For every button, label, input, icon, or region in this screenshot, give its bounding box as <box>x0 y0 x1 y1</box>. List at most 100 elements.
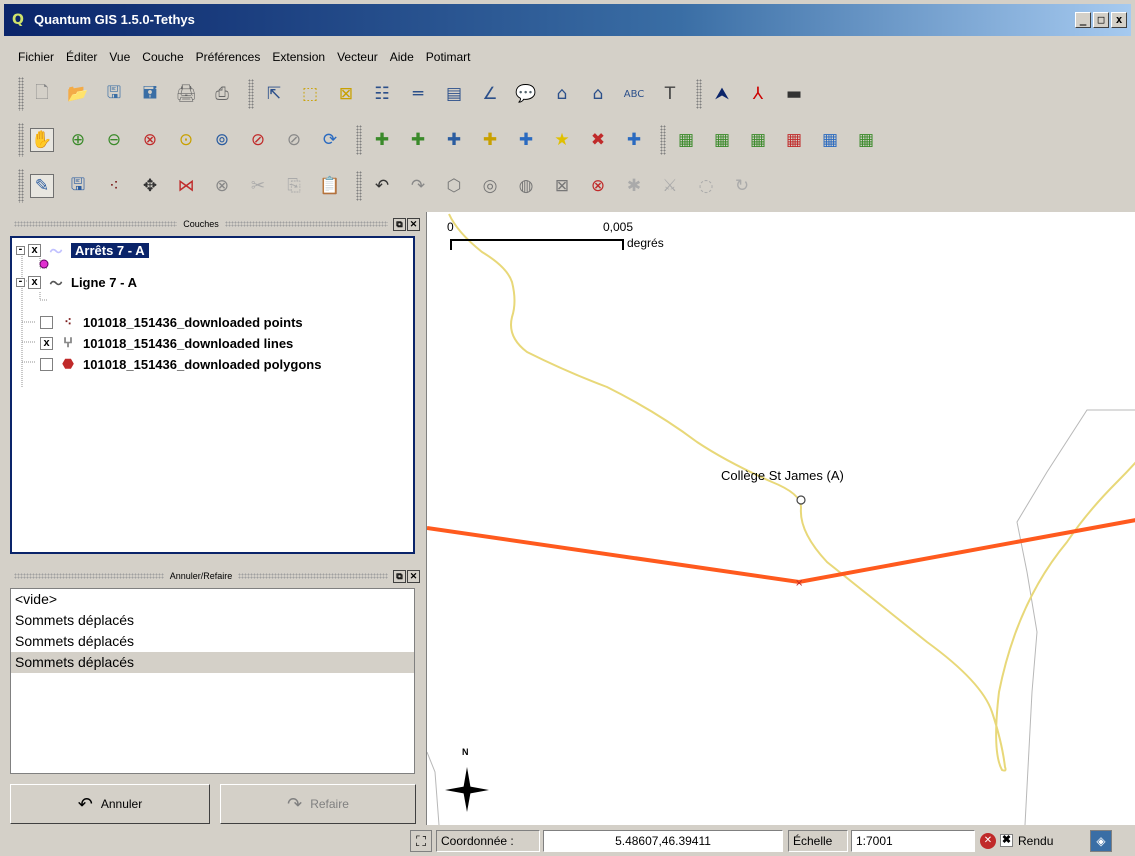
layer-downloaded-polygons[interactable]: ⬣ 101018_151436_downloaded polygons <box>40 354 321 374</box>
node-tool-icon[interactable]: ⋈ <box>174 174 198 198</box>
add-wms-icon[interactable]: ✚ <box>514 128 538 152</box>
layer-visibility-checkbox[interactable]: x <box>40 336 53 350</box>
move-feature-icon[interactable]: ✥ <box>138 174 162 198</box>
menu-preferences[interactable]: Préférences <box>196 50 261 64</box>
menu-editer[interactable]: Éditer <box>66 50 97 64</box>
undo-item[interactable]: Sommets déplacés <box>11 610 414 631</box>
delete-ring-icon[interactable]: ⊠ <box>550 174 574 198</box>
undo-dock-header[interactable]: Annuler/Refaire ⧉ ✕ <box>10 568 421 584</box>
home-icon[interactable]: ⌂ <box>550 82 574 106</box>
undo-history-list[interactable]: <vide> Sommets déplacés Sommets déplacés… <box>10 588 415 774</box>
menu-extension[interactable]: Extension <box>272 50 325 64</box>
simplify-icon[interactable]: ⬡ <box>442 174 466 198</box>
open-project-icon[interactable]: 📂 <box>66 82 90 106</box>
toolbar-grip[interactable] <box>18 169 24 203</box>
minimize-button[interactable]: _ <box>1075 12 1091 28</box>
reshape-icon[interactable]: ✱ <box>622 174 646 198</box>
zoom-layer-icon[interactable]: ⊚ <box>210 128 234 152</box>
toolbar-grip[interactable] <box>18 77 24 111</box>
add-raster-icon[interactable]: ✚ <box>406 128 430 152</box>
add-postgis-icon[interactable]: ✚ <box>442 128 466 152</box>
pan-icon[interactable]: ✋ <box>30 128 54 152</box>
text-annotation-icon[interactable]: T <box>658 82 682 106</box>
zoom-out-icon[interactable]: ⊖ <box>102 128 126 152</box>
menu-potimart[interactable]: Potimart <box>426 50 471 64</box>
save-project-icon[interactable]: 🖫 <box>102 82 126 106</box>
redo-edit-icon[interactable]: ↷ <box>406 174 430 198</box>
paste-features-icon[interactable]: 📋 <box>318 174 342 198</box>
copy-features-icon[interactable]: ⎘ <box>282 174 306 198</box>
close-button[interactable]: x <box>1111 12 1127 28</box>
scalebar-icon[interactable]: ▬ <box>782 82 806 106</box>
projection-icon[interactable]: ◈ <box>1090 830 1112 852</box>
scale-field[interactable]: 1:7001 <box>851 830 975 852</box>
add-wfs-icon[interactable]: ✚ <box>622 128 646 152</box>
layer-ligne-7-a[interactable]: - x 〜 Ligne 7 - A <box>16 272 137 292</box>
layers-panel[interactable]: - x 〜 Arrêts 7 - A - x 〜 Ligne 7 - A ⁖ 1… <box>10 236 415 554</box>
coordinate-field[interactable]: 5.48607,46.39411 <box>543 830 783 852</box>
cut-features-icon[interactable]: ✂ <box>246 174 270 198</box>
delete-selected-icon[interactable]: ⊗ <box>210 174 234 198</box>
overview-all-icon[interactable]: ▦ <box>854 128 878 152</box>
float-dock-icon[interactable]: ⧉ <box>393 217 406 231</box>
layer-downloaded-points[interactable]: ⁖ 101018_151436_downloaded points <box>40 312 303 332</box>
merge-icon[interactable]: ◌ <box>694 174 718 198</box>
pdf-icon[interactable]: ⅄ <box>746 82 770 106</box>
hide-all-layers-icon[interactable]: ▦ <box>710 128 734 152</box>
collapse-toggle[interactable]: - <box>16 245 25 255</box>
toolbar-grip[interactable] <box>18 123 24 157</box>
collapse-toggle[interactable]: - <box>16 277 25 287</box>
close-dock-icon[interactable]: ✕ <box>407 217 420 231</box>
add-island-icon[interactable]: ◍ <box>514 174 538 198</box>
menu-vue[interactable]: Vue <box>109 50 130 64</box>
spelling-icon[interactable]: ABC <box>622 82 646 106</box>
layer-downloaded-lines[interactable]: x ⵖ 101018_151436_downloaded lines <box>40 333 293 353</box>
zoom-full-icon[interactable]: ⊗ <box>138 128 162 152</box>
overview-icon[interactable]: ▦ <box>818 128 842 152</box>
layer-visibility-checkbox[interactable] <box>40 315 53 329</box>
capture-point-icon[interactable]: ⁖ <box>102 174 126 198</box>
save-as-icon[interactable]: 🖬 <box>138 82 162 106</box>
measure-area-icon[interactable]: ▤ <box>442 82 466 106</box>
undo-item[interactable]: <vide> <box>11 589 414 610</box>
remove-layer-icon[interactable]: ✖ <box>586 128 610 152</box>
save-edits-icon[interactable]: 🖫 <box>66 174 90 198</box>
undo-item[interactable]: Sommets déplacés <box>11 631 414 652</box>
refresh-icon[interactable]: ⟳ <box>318 128 342 152</box>
print-composer-icon[interactable]: 🖨 <box>174 82 198 106</box>
undo-button[interactable]: ↶ Annuler <box>10 784 210 824</box>
split-features-icon[interactable]: ⚔ <box>658 174 682 198</box>
redo-button[interactable]: ↷ Refaire <box>220 784 416 824</box>
coordinate-toggle-icon[interactable]: ⛶ <box>410 830 432 852</box>
new-project-icon[interactable]: 🗋 <box>30 82 54 106</box>
home-new-icon[interactable]: ⌂ <box>586 82 610 106</box>
zoom-selection-icon[interactable]: ⊙ <box>174 128 198 152</box>
float-dock-icon[interactable]: ⧉ <box>393 569 407 583</box>
add-spatialite-icon[interactable]: ✚ <box>478 128 502 152</box>
menu-fichier[interactable]: Fichier <box>18 50 54 64</box>
north-arrow-icon[interactable]: ⮝ <box>710 82 734 106</box>
toggle-editing-icon[interactable]: ✎ <box>30 174 54 198</box>
layer-visibility-checkbox[interactable] <box>40 357 53 371</box>
deselect-icon[interactable]: ⊠ <box>334 82 358 106</box>
zoom-actual-icon[interactable]: ⊘ <box>282 128 306 152</box>
layers-dock-header[interactable]: Couches ⧉ ✕ <box>10 216 420 232</box>
delete-part-icon[interactable]: ⊗ <box>586 174 610 198</box>
menu-couche[interactable]: Couche <box>142 50 183 64</box>
maximize-button[interactable]: □ <box>1093 12 1109 28</box>
menu-vecteur[interactable]: Vecteur <box>337 50 378 64</box>
zoom-in-icon[interactable]: ⊕ <box>66 128 90 152</box>
rotate-point-icon[interactable]: ↻ <box>730 174 754 198</box>
show-all-layers-icon[interactable]: ▦ <box>674 128 698 152</box>
layer-arrets-7-a[interactable]: - x 〜 Arrêts 7 - A <box>16 240 149 260</box>
map-tips-icon[interactable]: 💬 <box>514 82 538 106</box>
add-vector-icon[interactable]: ✚ <box>370 128 394 152</box>
measure-line-icon[interactable]: ═ <box>406 82 430 106</box>
new-vector-icon[interactable]: ★ <box>550 128 574 152</box>
undo-item[interactable]: Sommets déplacés <box>11 652 414 673</box>
show-layer-icon[interactable]: ▦ <box>746 128 770 152</box>
map-canvas[interactable]: × 0 0,005 degrés Collège St James (A) N <box>426 212 1135 825</box>
close-dock-icon[interactable]: ✕ <box>407 569 421 583</box>
identify-icon[interactable]: ⇱ <box>262 82 286 106</box>
menu-aide[interactable]: Aide <box>390 50 414 64</box>
